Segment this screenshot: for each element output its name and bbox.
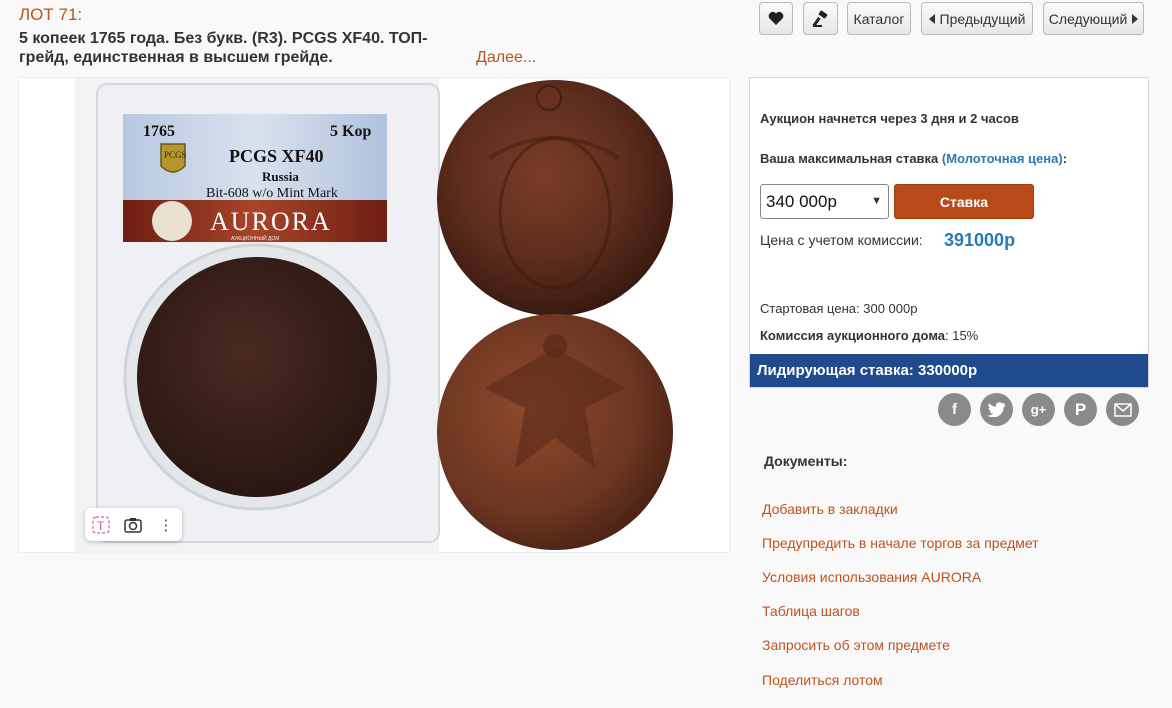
documents-title: Документы: — [764, 453, 848, 469]
doc-link-bookmark[interactable]: Добавить в закладки — [762, 501, 898, 517]
image-toolbar: T ⋮ — [85, 508, 182, 541]
previous-button[interactable]: Предыдущий — [921, 2, 1033, 35]
bid-panel: Аукцион начнется через 3 дня и 2 часов В… — [749, 77, 1149, 388]
more-vert-icon[interactable]: ⋮ — [155, 514, 177, 536]
max-bid-colon: : — [1062, 151, 1068, 166]
pinterest-icon[interactable]: P — [1064, 393, 1097, 426]
doc-link-step-table[interactable]: Таблица шагов — [762, 603, 860, 619]
start-price-label: Стартовая цена: — [760, 301, 860, 316]
doc-link-inquire[interactable]: Запросить об этом предмете — [762, 637, 950, 653]
camera-icon[interactable] — [122, 514, 144, 536]
slab-denomination: 5 Kop — [330, 123, 371, 140]
house-commission-value: : 15% — [945, 328, 979, 343]
max-bid-text: Ваша максимальная ставка — [760, 151, 939, 166]
text-select-icon[interactable]: T — [90, 514, 112, 536]
facebook-icon[interactable]: f — [938, 393, 971, 426]
start-price-value: 300 000р — [863, 301, 918, 316]
doc-link-share[interactable]: Поделиться лотом — [762, 672, 883, 688]
email-icon[interactable] — [1106, 393, 1139, 426]
google-plus-icon[interactable]: g+ — [1022, 393, 1055, 426]
max-bid-label: Ваша максимальная ставка (Молоточная цен… — [760, 151, 1067, 166]
bid-amount-value: 340 000р — [766, 191, 837, 211]
leading-bid-bar: Лидирующая ставка: 330000р — [750, 354, 1148, 387]
slab-year: 1765 — [143, 123, 175, 140]
lot-image[interactable]: PCGS 1765 5 Kop PCGS XF40 Russia Bit-608… — [18, 77, 730, 554]
doc-link-notify[interactable]: Предупредить в начале торгов за предмет — [762, 535, 1039, 551]
slab-country: Russia — [262, 169, 299, 184]
svg-text:T: T — [97, 519, 105, 533]
house-commission: Комиссия аукционного дома: 15% — [760, 328, 978, 343]
chevron-right-icon — [1132, 13, 1139, 24]
more-link[interactable]: Далее... — [476, 49, 536, 67]
favorite-button[interactable] — [759, 2, 793, 35]
coin-photo: PCGS 1765 5 Kop PCGS XF40 Russia Bit-608… — [75, 78, 673, 554]
bid-history-button[interactable] — [803, 2, 838, 35]
commission-label: Цена с учетом комиссии: — [760, 232, 923, 248]
auction-hammer-icon — [811, 10, 827, 27]
previous-label: Предыдущий — [939, 10, 1026, 27]
twitter-icon[interactable] — [980, 393, 1013, 426]
catalog-button[interactable]: Каталог — [847, 2, 911, 35]
chevron-down-icon: ▼ — [871, 195, 882, 207]
lot-number: ЛОТ 71: — [19, 5, 83, 24]
start-price: Стартовая цена: 300 000р — [760, 301, 917, 316]
doc-link-terms[interactable]: Условия использования AURORA — [762, 569, 981, 585]
slab-variety: Bit-608 w/o Mint Mark — [206, 186, 338, 201]
slab-brand: AURORA — [210, 207, 332, 236]
commission-price: 391000р — [944, 230, 1016, 250]
slab-grade: PCGS XF40 — [229, 146, 324, 166]
next-button[interactable]: Следующий — [1043, 2, 1144, 35]
house-commission-label: Комиссия аукционного дома — [760, 328, 945, 343]
auction-start-notice: Аукцион начнется через 3 дня и 2 часов — [760, 111, 1019, 126]
slab-brand-sub: АУКЦИОННЫЙ ДОМ — [231, 234, 279, 242]
next-label: Следующий — [1048, 10, 1128, 27]
bid-amount-select[interactable]: 340 000р ▼ — [760, 184, 889, 219]
heart-icon — [768, 11, 784, 25]
chevron-left-icon — [928, 13, 935, 24]
hammer-price-hint: (Молоточная цена) — [941, 151, 1063, 166]
place-bid-button[interactable]: Ставка — [894, 184, 1034, 219]
slab-logo: PCGS — [164, 150, 187, 160]
lot-title: 5 копеек 1765 года. Без букв. (R3). PCGS… — [19, 30, 428, 66]
